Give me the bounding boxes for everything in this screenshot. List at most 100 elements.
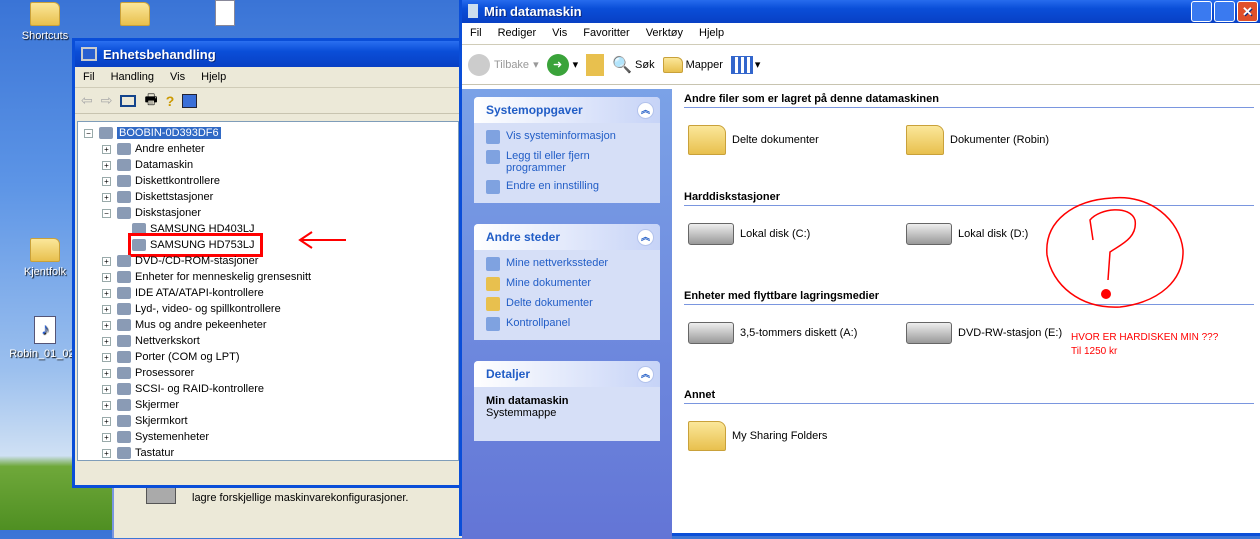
- device-manager-titlebar[interactable]: Enhetsbehandling: [75, 41, 459, 67]
- explorer-item[interactable]: DVD-RW-stasjon (E:): [906, 322, 1062, 344]
- show-hide-tree-icon[interactable]: [120, 94, 137, 107]
- tree-item[interactable]: + Porter (COM og LPT): [102, 349, 240, 365]
- task-system-info[interactable]: Vis systeminformasjon: [474, 127, 660, 147]
- expand-icon[interactable]: +: [102, 352, 111, 362]
- tree-item[interactable]: + SCSI- og RAID-kontrollere: [102, 381, 264, 397]
- place-network[interactable]: Mine nettverkssteder: [474, 254, 660, 274]
- collapse-icon[interactable]: ︽: [637, 365, 654, 383]
- tree-item[interactable]: + Skjermer: [102, 397, 179, 413]
- collapse-icon[interactable]: −: [102, 208, 111, 218]
- tree-item[interactable]: + Enheter for menneskelig grensesnitt: [102, 269, 311, 285]
- expand-icon[interactable]: +: [102, 384, 111, 394]
- views-button[interactable]: ▾: [730, 55, 760, 74]
- place-shared-documents[interactable]: Delte dokumenter: [474, 294, 660, 314]
- expand-icon[interactable]: +: [102, 272, 111, 282]
- tree-item[interactable]: + Lyd-, video- og spillkontrollere: [102, 301, 281, 317]
- tree-item[interactable]: + Datamaskin: [102, 157, 193, 173]
- back-button[interactable]: Tilbake ▾: [468, 53, 539, 76]
- forward-arrow-icon[interactable]: ⇨: [101, 92, 113, 109]
- collapse-icon[interactable]: ︽: [637, 228, 654, 246]
- properties-icon[interactable]: [182, 93, 198, 108]
- expand-icon[interactable]: +: [102, 304, 111, 314]
- explorer-item[interactable]: Dokumenter (Robin): [906, 125, 1049, 155]
- expand-icon[interactable]: +: [102, 336, 111, 346]
- details-header[interactable]: Detaljer ︽: [474, 361, 660, 387]
- expand-icon[interactable]: +: [102, 176, 111, 186]
- menu-item[interactable]: Vis: [552, 27, 567, 40]
- desktop-icon-folder[interactable]: [95, 2, 175, 30]
- menu-item[interactable]: Vis: [170, 71, 185, 83]
- floppy-drive-icon: [688, 322, 734, 344]
- tree-item-label: Nettverkskort: [135, 335, 200, 347]
- maximize-button[interactable]: [1214, 0, 1235, 22]
- device-tree[interactable]: − BOOBIN-0D393DF6 + Andre enheter + Datamaski…: [77, 121, 459, 461]
- tree-item[interactable]: + Diskettkontrollere: [102, 173, 220, 189]
- place-control-panel[interactable]: Kontrollpanel: [474, 314, 660, 334]
- forward-button[interactable]: ➜ ▾: [546, 53, 578, 76]
- menu-item[interactable]: Rediger: [498, 27, 537, 40]
- tree-item[interactable]: + Tastatur: [102, 445, 174, 461]
- explorer-item[interactable]: Delte dokumenter: [688, 125, 819, 155]
- expand-icon[interactable]: +: [102, 368, 111, 378]
- help-icon[interactable]: ?: [166, 93, 175, 109]
- my-computer-titlebar[interactable]: Min datamaskin ✕: [462, 0, 1260, 23]
- search-button[interactable]: 🔍 Søk: [612, 55, 654, 75]
- expand-icon[interactable]: +: [102, 144, 111, 154]
- tree-item[interactable]: SAMSUNG HD753LJ: [128, 233, 263, 257]
- menu-item[interactable]: Handling: [111, 71, 154, 83]
- expand-icon[interactable]: +: [102, 192, 111, 202]
- system-tasks-header[interactable]: Systemoppgaver ︽: [474, 97, 660, 123]
- menu-bar: Fil Rediger Vis Favoritter Verktøy Hjelp: [462, 23, 1260, 45]
- task-change-setting[interactable]: Endre en innstilling: [474, 177, 660, 197]
- tree-item[interactable]: − Diskstasjoner: [102, 205, 201, 221]
- folder-icon: [688, 125, 726, 155]
- back-arrow-icon[interactable]: ⇦: [81, 92, 93, 109]
- other-places-header[interactable]: Andre steder ︽: [474, 224, 660, 250]
- explorer-item[interactable]: Lokal disk (D:): [906, 223, 1028, 245]
- menu-item[interactable]: Fil: [83, 71, 95, 83]
- tree-item[interactable]: + Diskettstasjoner: [102, 189, 213, 205]
- menu-item[interactable]: Fil: [470, 27, 482, 40]
- notepad-icon[interactable]: [215, 0, 235, 26]
- minimize-button[interactable]: [1191, 0, 1212, 22]
- expand-icon[interactable]: +: [102, 288, 111, 298]
- menu-item[interactable]: Hjelp: [699, 27, 724, 40]
- collapse-icon[interactable]: ︽: [637, 101, 654, 119]
- collapse-icon[interactable]: −: [84, 128, 93, 138]
- tree-item[interactable]: + IDE ATA/ATAPI-kontrollere: [102, 285, 264, 301]
- menu-item[interactable]: Favoritter: [583, 27, 629, 40]
- expand-icon[interactable]: +: [102, 320, 111, 330]
- menu-item[interactable]: Hjelp: [201, 71, 226, 83]
- close-button[interactable]: ✕: [1237, 0, 1258, 22]
- tree-item[interactable]: + Skjermkort: [102, 413, 188, 429]
- task-add-remove-programs[interactable]: Legg til eller fjern programmer: [474, 147, 660, 177]
- device-icon: [117, 415, 131, 427]
- expand-icon[interactable]: +: [102, 448, 111, 458]
- place-my-documents[interactable]: Mine dokumenter: [474, 274, 660, 294]
- explorer-item[interactable]: My Sharing Folders: [688, 421, 827, 451]
- tree-item-label: SAMSUNG HD753LJ: [150, 239, 255, 251]
- expand-icon[interactable]: +: [102, 400, 111, 410]
- tree-item[interactable]: + Mus og andre pekeenheter: [102, 317, 266, 333]
- tree-item[interactable]: + DVD-/CD-ROM-stasjoner: [102, 253, 258, 269]
- explorer-item-label: Lokal disk (D:): [958, 228, 1029, 240]
- up-folder-icon[interactable]: [586, 53, 605, 76]
- desktop-icon-shortcuts[interactable]: Shortcuts: [5, 2, 85, 42]
- folders-button[interactable]: Mapper: [662, 56, 723, 73]
- expand-icon[interactable]: +: [102, 432, 111, 442]
- expand-icon[interactable]: +: [102, 416, 111, 426]
- tree-item[interactable]: + Systemenheter: [102, 429, 209, 445]
- expand-icon[interactable]: +: [102, 256, 111, 266]
- expand-icon[interactable]: +: [102, 160, 111, 170]
- explorer-item[interactable]: 3,5-tommers diskett (A:): [688, 322, 857, 344]
- print-icon[interactable]: 🖶: [144, 89, 157, 113]
- tree-item[interactable]: + Andre enheter: [102, 141, 205, 157]
- tree-item[interactable]: + Prosessorer: [102, 365, 194, 381]
- tree-item[interactable]: + Nettverkskort: [102, 333, 200, 349]
- menu-item[interactable]: Verktøy: [646, 27, 683, 40]
- explorer-item[interactable]: Lokal disk (C:): [688, 223, 810, 245]
- tree-item[interactable]: − BOOBIN-0D393DF6: [84, 125, 221, 141]
- tree-item-label: SCSI- og RAID-kontrollere: [135, 383, 264, 395]
- tree-item[interactable]: SAMSUNG HD403LJ: [132, 221, 255, 237]
- device-icon: [117, 143, 131, 155]
